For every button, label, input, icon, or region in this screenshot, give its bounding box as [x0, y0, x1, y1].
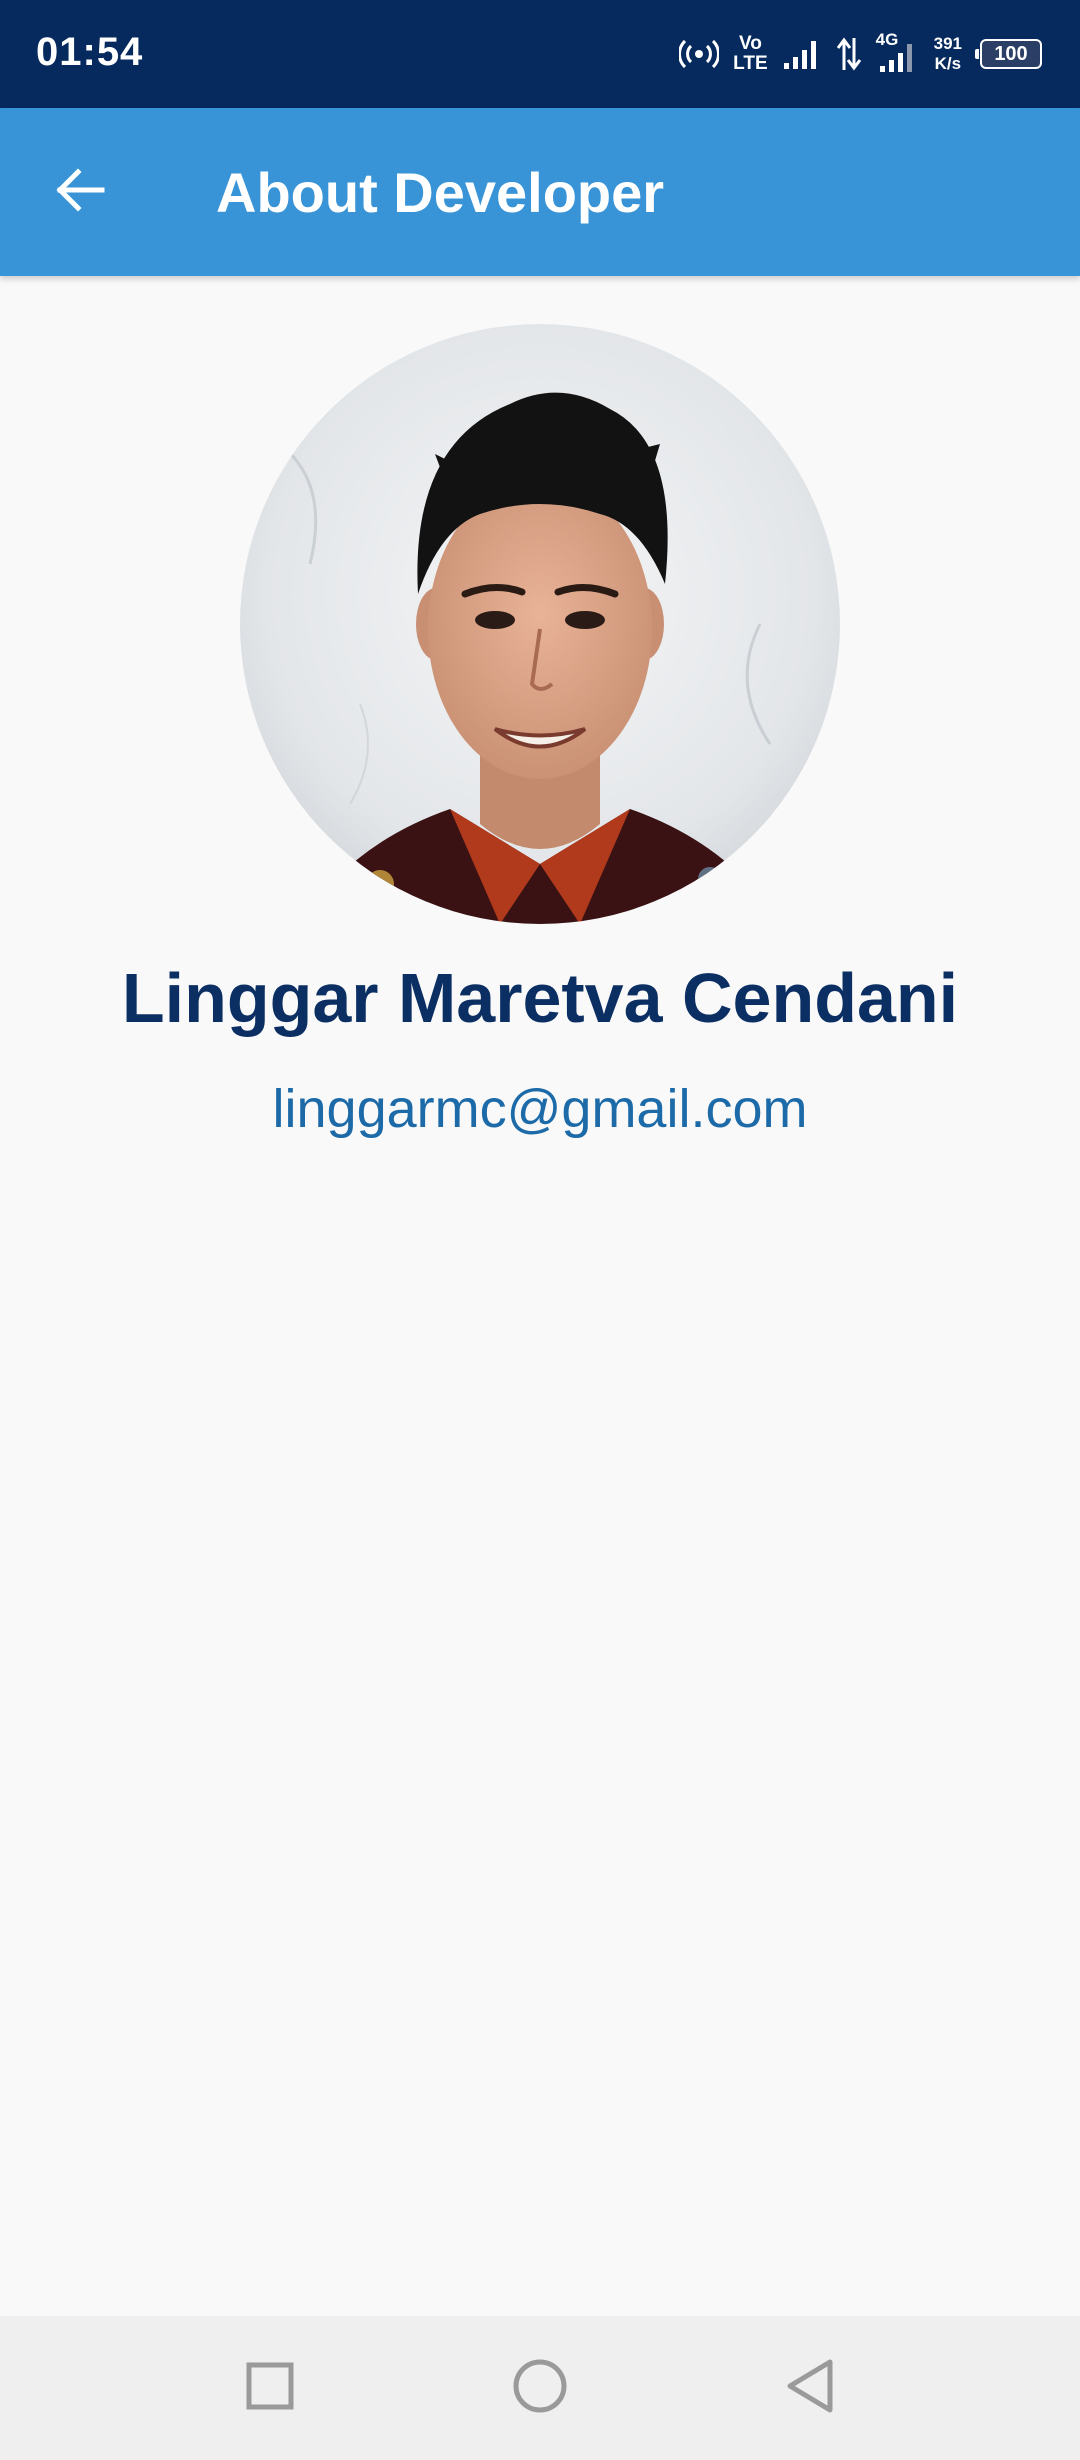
battery-level: 100	[994, 42, 1028, 65]
page-title: About Developer	[216, 161, 665, 224]
signal-icon	[782, 37, 822, 71]
signal-4g-icon: 4G	[876, 30, 920, 74]
status-bar: 01:54 Vo LTE 4G 391 K/s 100	[0, 0, 1080, 108]
lte-label: LTE	[733, 53, 768, 74]
vo-label: Vo	[738, 33, 762, 54]
developer-name: Linggar Maretva Cendani	[121, 959, 959, 1037]
speed-unit: K/s	[934, 54, 962, 73]
hotspot-icon	[679, 38, 720, 70]
volte-indicator: Vo LTE	[733, 34, 767, 74]
speed-value: 391	[933, 34, 962, 53]
app-bar: About Developer	[0, 108, 1080, 276]
arrow-left-icon	[54, 167, 106, 217]
battery-icon: 100	[975, 39, 1042, 69]
back-triangle-icon	[784, 2358, 836, 2419]
data-arrows-icon	[836, 36, 862, 72]
network-speed: 391 K/s	[934, 34, 962, 74]
home-circle-icon	[512, 2358, 568, 2419]
status-icons: Vo LTE 4G 391 K/s 100	[679, 26, 1042, 82]
recents-button[interactable]	[228, 2346, 312, 2430]
navigation-bar	[0, 2316, 1080, 2460]
developer-email-link[interactable]: linggarmc@gmail.com	[0, 1078, 1080, 1140]
developer-avatar	[240, 324, 840, 924]
status-time: 01:54	[36, 30, 144, 74]
back-button[interactable]	[40, 152, 120, 232]
back-nav-button[interactable]	[768, 2346, 852, 2430]
home-button[interactable]	[498, 2346, 582, 2430]
recents-square-icon	[246, 2362, 294, 2415]
